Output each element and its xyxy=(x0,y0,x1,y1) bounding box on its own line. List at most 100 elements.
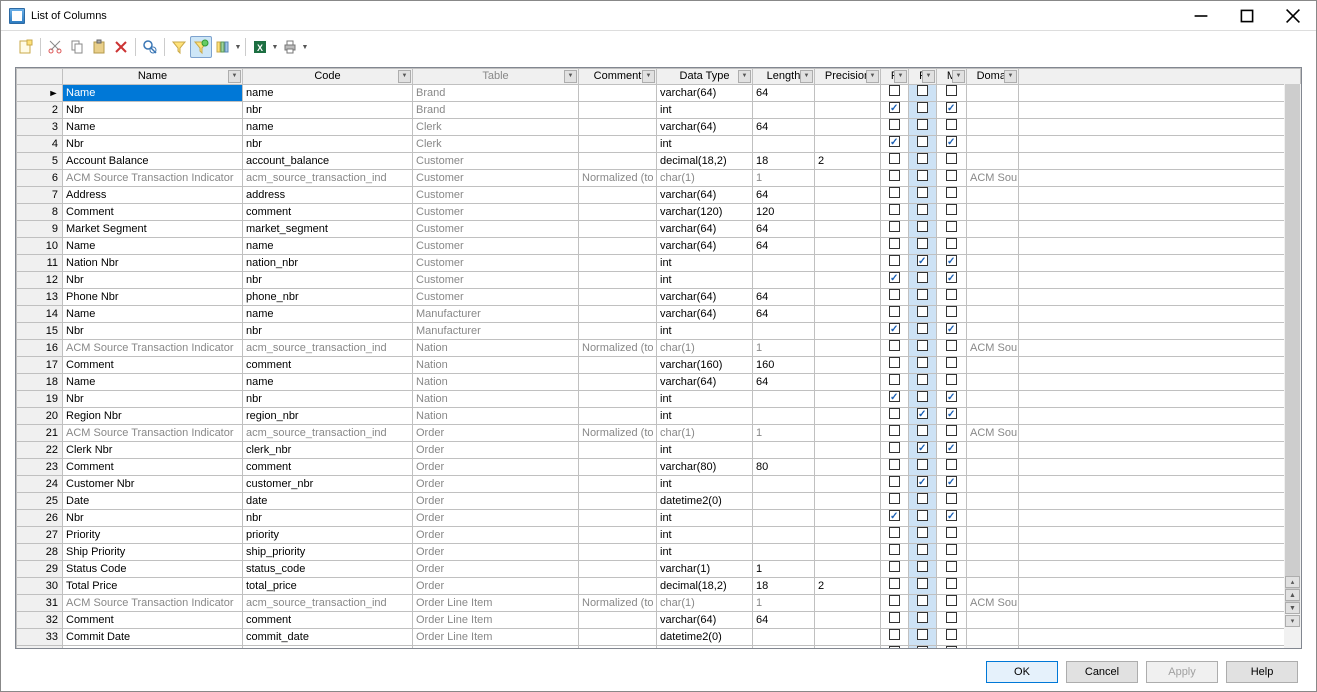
cell-table[interactable]: Order xyxy=(413,510,579,527)
cell-datatype[interactable]: decimal(18,2) xyxy=(657,646,753,649)
cell-datatype[interactable]: varchar(120) xyxy=(657,204,753,221)
row-header[interactable]: 18 xyxy=(17,374,63,391)
cell-f[interactable] xyxy=(909,357,937,374)
checkbox-icon[interactable] xyxy=(889,646,900,648)
table-row[interactable]: 13Phone Nbrphone_nbrCustomervarchar(64)6… xyxy=(17,289,1301,306)
checkbox-icon[interactable] xyxy=(889,459,900,470)
row-header[interactable]: 10 xyxy=(17,238,63,255)
cell-code[interactable]: nbr xyxy=(243,272,413,289)
checkbox-icon[interactable] xyxy=(946,357,957,368)
minimize-button[interactable] xyxy=(1178,1,1224,31)
filter-active-icon[interactable] xyxy=(190,36,212,58)
checkbox-icon[interactable] xyxy=(917,561,928,572)
cell-m[interactable] xyxy=(937,646,967,649)
cell-datatype[interactable]: int xyxy=(657,102,753,119)
cell-name[interactable]: Region Nbr xyxy=(63,408,243,425)
checkbox-icon[interactable] xyxy=(917,391,928,402)
cell-table[interactable]: Customer xyxy=(413,204,579,221)
cell-name[interactable]: Discount xyxy=(63,646,243,649)
cell-comment[interactable] xyxy=(579,459,657,476)
cell-table[interactable]: Nation xyxy=(413,408,579,425)
checkbox-icon[interactable] xyxy=(889,612,900,623)
cell-precision[interactable] xyxy=(815,629,881,646)
cell-length[interactable] xyxy=(753,510,815,527)
checkbox-icon[interactable] xyxy=(917,544,928,555)
column-filter-dropdown-icon[interactable]: ▼ xyxy=(894,70,907,83)
table-row[interactable]: 23CommentcommentOrdervarchar(80)80 xyxy=(17,459,1301,476)
cell-m[interactable] xyxy=(937,153,967,170)
cell-name[interactable]: Market Segment xyxy=(63,221,243,238)
cell-f[interactable] xyxy=(909,272,937,289)
column-header[interactable]: F▼ xyxy=(909,69,937,85)
cell-f[interactable] xyxy=(909,119,937,136)
cell-datatype[interactable]: char(1) xyxy=(657,595,753,612)
cell-precision[interactable] xyxy=(815,306,881,323)
checkbox-icon[interactable] xyxy=(917,612,928,623)
cell-datatype[interactable]: varchar(80) xyxy=(657,459,753,476)
row-header[interactable]: 15 xyxy=(17,323,63,340)
cell-table[interactable]: Order xyxy=(413,476,579,493)
cell-p[interactable] xyxy=(881,425,909,442)
cell-p[interactable] xyxy=(881,408,909,425)
cell-table[interactable]: Order xyxy=(413,578,579,595)
cell-f[interactable] xyxy=(909,476,937,493)
cell-name[interactable]: Priority xyxy=(63,527,243,544)
checkbox-icon[interactable] xyxy=(917,357,928,368)
column-header[interactable]: Data Type▼ xyxy=(657,69,753,85)
cell-datatype[interactable]: int xyxy=(657,391,753,408)
table-row[interactable]: 9Market Segmentmarket_segmentCustomervar… xyxy=(17,221,1301,238)
filter-icon[interactable] xyxy=(168,36,190,58)
cell-p[interactable] xyxy=(881,85,909,102)
cell-domain[interactable] xyxy=(967,544,1019,561)
checkbox-icon[interactable] xyxy=(917,272,928,283)
cell-code[interactable]: customer_nbr xyxy=(243,476,413,493)
checkbox-icon[interactable] xyxy=(889,527,900,538)
cell-domain[interactable] xyxy=(967,442,1019,459)
cell-precision[interactable] xyxy=(815,510,881,527)
checkbox-icon[interactable] xyxy=(917,221,928,232)
row-header[interactable]: 8 xyxy=(17,204,63,221)
table-row[interactable]: 17CommentcommentNationvarchar(160)160 xyxy=(17,357,1301,374)
checkbox-icon[interactable] xyxy=(946,306,957,317)
cell-table[interactable]: Order Line Item xyxy=(413,595,579,612)
cell-code[interactable]: nbr xyxy=(243,391,413,408)
cell-domain[interactable] xyxy=(967,238,1019,255)
cell-precision[interactable] xyxy=(815,187,881,204)
cell-datatype[interactable]: varchar(1) xyxy=(657,561,753,578)
cell-comment[interactable] xyxy=(579,408,657,425)
cell-domain[interactable] xyxy=(967,102,1019,119)
table-row[interactable]: 4NbrnbrClerkint xyxy=(17,136,1301,153)
cell-domain[interactable] xyxy=(967,272,1019,289)
cell-datatype[interactable]: varchar(64) xyxy=(657,221,753,238)
cell-length[interactable] xyxy=(753,476,815,493)
cell-p[interactable] xyxy=(881,442,909,459)
vertical-scrollbar[interactable] xyxy=(1284,84,1301,648)
cell-name[interactable]: ACM Source Transaction Indicator xyxy=(63,340,243,357)
cell-p[interactable] xyxy=(881,170,909,187)
cell-code[interactable]: name xyxy=(243,374,413,391)
checkbox-icon[interactable] xyxy=(917,476,928,487)
column-filter-dropdown-icon[interactable]: ▼ xyxy=(228,70,241,83)
cell-f[interactable] xyxy=(909,544,937,561)
cell-name[interactable]: Comment xyxy=(63,204,243,221)
checkbox-icon[interactable] xyxy=(917,425,928,436)
cell-name[interactable]: Nbr xyxy=(63,510,243,527)
close-button[interactable] xyxy=(1270,1,1316,31)
cell-precision[interactable] xyxy=(815,544,881,561)
column-header[interactable]: P▼ xyxy=(881,69,909,85)
cell-domain[interactable] xyxy=(967,323,1019,340)
cell-precision[interactable] xyxy=(815,255,881,272)
cell-code[interactable]: name xyxy=(243,119,413,136)
cell-p[interactable] xyxy=(881,187,909,204)
cell-m[interactable] xyxy=(937,85,967,102)
table-row[interactable]: 25DatedateOrderdatetime2(0) xyxy=(17,493,1301,510)
cell-code[interactable]: market_segment xyxy=(243,221,413,238)
checkbox-icon[interactable] xyxy=(917,527,928,538)
cell-domain[interactable]: ACM Sou xyxy=(967,595,1019,612)
checkbox-icon[interactable] xyxy=(889,493,900,504)
cell-f[interactable] xyxy=(909,340,937,357)
table-row[interactable]: 16ACM Source Transaction Indicatoracm_so… xyxy=(17,340,1301,357)
cell-f[interactable] xyxy=(909,510,937,527)
cell-p[interactable] xyxy=(881,391,909,408)
cell-datatype[interactable]: varchar(64) xyxy=(657,612,753,629)
